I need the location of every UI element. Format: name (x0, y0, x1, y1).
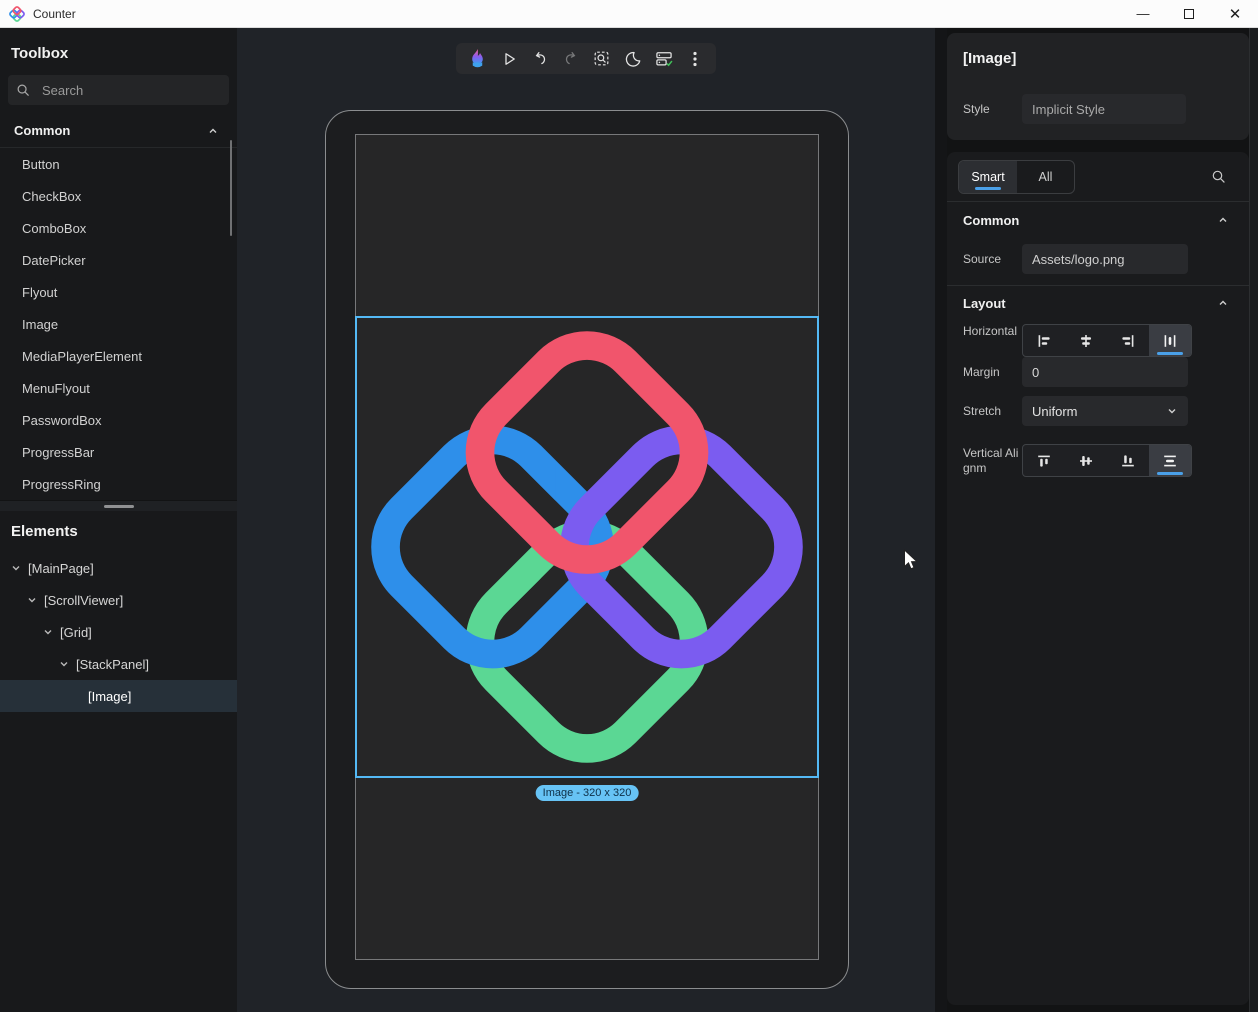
toolbox-search[interactable] (8, 75, 229, 105)
toolbox-item-checkbox[interactable]: CheckBox (0, 180, 237, 212)
toolbox-item-progressring[interactable]: ProgressRing (0, 468, 237, 500)
undo-icon[interactable] (528, 47, 551, 70)
margin-label: Margin (963, 365, 1021, 380)
vertical-alignment-label: Vertical Alignm (963, 446, 1021, 476)
chevron-up-icon (207, 125, 219, 137)
tab-smart[interactable]: Smart (959, 161, 1017, 193)
inspector-properties-card: Smart All Common Source (947, 152, 1249, 1005)
selected-image-element[interactable] (355, 316, 819, 778)
tab-all[interactable]: All (1017, 161, 1074, 193)
toolbox-list: Button CheckBox ComboBox DatePicker Flyo… (0, 148, 237, 500)
selected-underline (1157, 352, 1183, 356)
toolbox-item-passwordbox[interactable]: PasswordBox (0, 404, 237, 436)
align-horizontal-left-button[interactable] (1023, 325, 1065, 356)
left-panel: Toolbox Common Button CheckBox ComboBox … (0, 28, 237, 1012)
vertical-alignment-group (1022, 444, 1192, 477)
form-factor-check-icon[interactable] (652, 47, 675, 70)
inspector-panel: [Image] Style Smart All (947, 28, 1249, 1012)
align-vertical-stretch-button[interactable] (1149, 445, 1191, 476)
design-canvas[interactable]: Image - 320 x 320 (237, 28, 935, 1012)
title-bar: Counter — ✕ (0, 0, 1258, 28)
toolbox-item-datepicker[interactable]: DatePicker (0, 244, 237, 276)
chevron-up-icon[interactable] (1217, 214, 1229, 226)
align-vertical-bottom-button[interactable] (1107, 445, 1149, 476)
properties-search-icon[interactable] (1211, 169, 1227, 185)
tree-node-mainpage[interactable]: [MainPage] (0, 552, 237, 584)
mouse-cursor (903, 549, 920, 571)
property-tabs: Smart All (958, 160, 1075, 194)
section-common-header[interactable]: Common (963, 210, 1229, 230)
tree-node-stackpanel[interactable]: [StackPanel] (0, 648, 237, 680)
canvas-right-gap (935, 28, 947, 1012)
uno-logo-image (357, 318, 817, 776)
stretch-label: Stretch (963, 404, 1021, 419)
chevron-down-icon[interactable] (26, 594, 38, 606)
maximize-button[interactable] (1166, 0, 1212, 27)
chevron-down-icon (1166, 405, 1178, 417)
toolbox-item-button[interactable]: Button (0, 148, 237, 180)
toolbox-item-progressbar[interactable]: ProgressBar (0, 436, 237, 468)
tree-node-grid[interactable]: [Grid] (0, 616, 237, 648)
zoom-selection-icon[interactable] (590, 47, 613, 70)
toolbox-item-mediaplayerelement[interactable]: MediaPlayerElement (0, 340, 237, 372)
elements-panel: Elements [MainPage] [ScrollViewer] [Grid… (0, 511, 237, 1012)
close-button[interactable]: ✕ (1212, 0, 1258, 27)
align-horizontal-center-button[interactable] (1065, 325, 1107, 356)
align-vertical-center-button[interactable] (1065, 445, 1107, 476)
source-input[interactable] (1022, 244, 1188, 274)
horizontal-alignment-label: Horizontal (963, 324, 1021, 339)
chevron-down-icon[interactable] (42, 626, 54, 638)
minimize-button[interactable]: — (1120, 0, 1166, 27)
toolbox-title: Toolbox (0, 28, 237, 62)
window-right-gutter (1249, 28, 1258, 1012)
toolbox-item-flyout[interactable]: Flyout (0, 276, 237, 308)
device-frame: Image - 320 x 320 (325, 110, 849, 989)
inspector-title: [Image] (947, 33, 1249, 67)
selection-size-badge: Image - 320 x 320 (536, 785, 639, 801)
search-icon (16, 83, 31, 98)
device-screen[interactable]: Image - 320 x 320 (355, 134, 819, 960)
window-title: Counter (33, 7, 76, 21)
panel-splitter[interactable] (0, 500, 237, 511)
canvas-toolbar (456, 43, 716, 74)
toolbox-section-header[interactable]: Common (0, 123, 237, 148)
align-horizontal-right-button[interactable] (1107, 325, 1149, 356)
tree-node-scrollviewer[interactable]: [ScrollViewer] (0, 584, 237, 616)
more-options-icon[interactable] (683, 47, 706, 70)
toolbox-item-menuflyout[interactable]: MenuFlyout (0, 372, 237, 404)
horizontal-alignment-group (1022, 324, 1192, 357)
stretch-dropdown[interactable]: Uniform (1022, 396, 1188, 426)
style-input[interactable] (1022, 94, 1186, 124)
toolbox-section-label: Common (14, 123, 207, 138)
elements-title: Elements (0, 511, 237, 540)
style-label: Style (963, 102, 990, 116)
redo-icon[interactable] (559, 47, 582, 70)
toolbox-item-combobox[interactable]: ComboBox (0, 212, 237, 244)
tree-node-image[interactable]: [Image] (0, 680, 237, 712)
align-horizontal-stretch-button[interactable] (1149, 325, 1191, 356)
theme-moon-icon[interactable] (621, 47, 644, 70)
chevron-down-icon[interactable] (58, 658, 70, 670)
selected-underline (1157, 472, 1183, 476)
chevron-down-icon[interactable] (10, 562, 22, 574)
source-label: Source (963, 252, 1021, 267)
chevron-up-icon[interactable] (1217, 297, 1229, 309)
section-layout-header[interactable]: Layout (963, 293, 1229, 313)
inspector-header-card: [Image] Style (947, 33, 1249, 140)
play-icon[interactable] (497, 47, 520, 70)
margin-input[interactable] (1022, 357, 1188, 387)
toolbox-scrollbar[interactable] (230, 140, 233, 236)
hot-reload-flame-icon[interactable] (466, 47, 489, 70)
app-logo-icon (9, 6, 25, 22)
search-input[interactable] (40, 82, 200, 99)
active-tab-underline (975, 187, 1001, 190)
align-vertical-top-button[interactable] (1023, 445, 1065, 476)
toolbox-item-image[interactable]: Image (0, 308, 237, 340)
splitter-grip-icon (104, 505, 134, 508)
